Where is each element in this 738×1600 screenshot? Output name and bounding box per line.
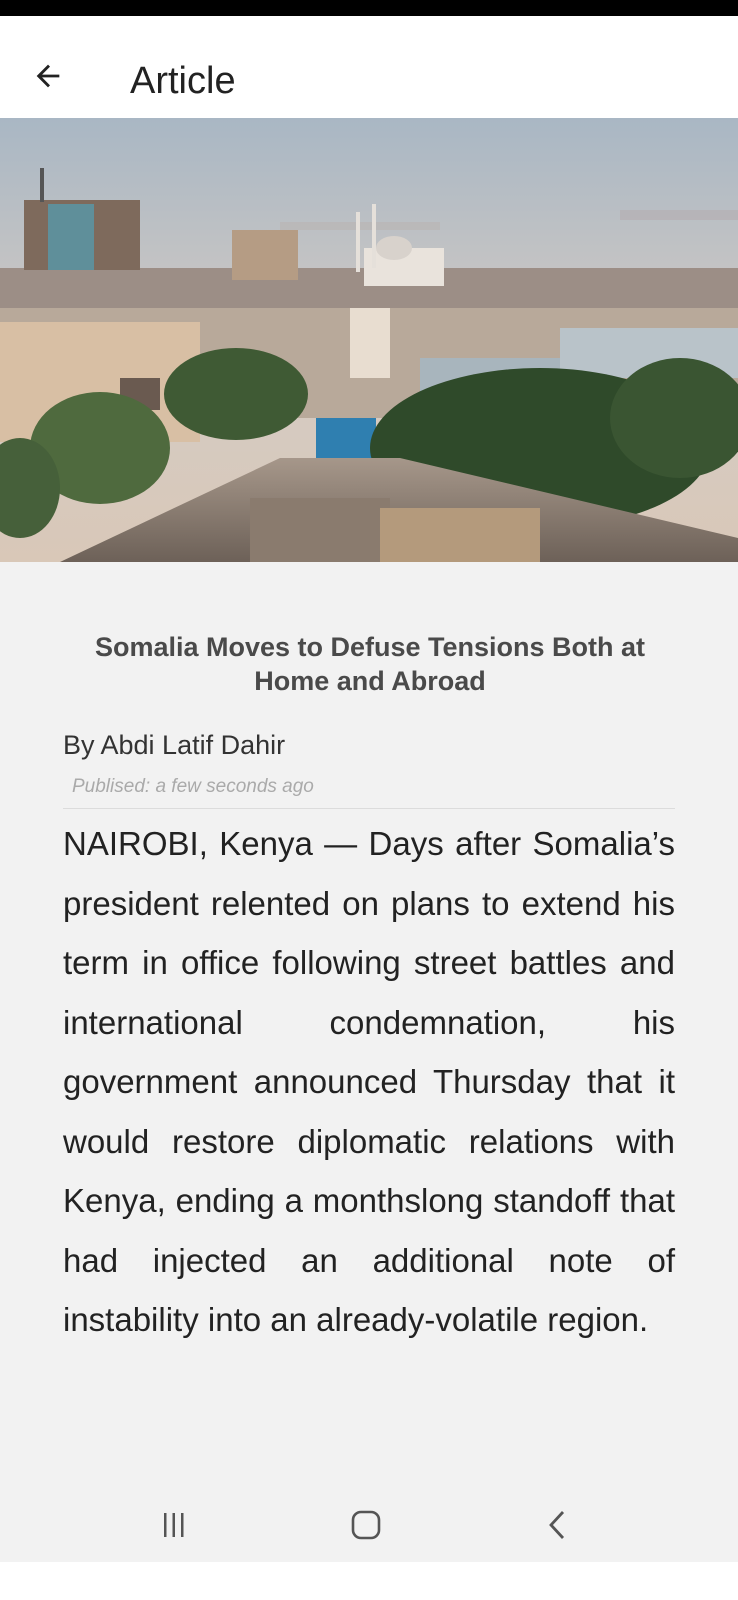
recents-icon: [164, 1513, 184, 1537]
chevron-left-icon: [549, 1511, 565, 1539]
home-icon: [351, 1510, 381, 1540]
arrow-left-icon: [36, 64, 60, 88]
status-bar: [0, 0, 738, 16]
back-button[interactable]: [22, 50, 74, 102]
system-nav-bar: [0, 1490, 738, 1562]
app-bar: Article: [0, 16, 738, 119]
published-timestamp: Publised: a few seconds ago: [72, 776, 314, 797]
article-byline: By Abdi Latif Dahir: [63, 730, 286, 760]
system-back-button[interactable]: [528, 1500, 588, 1550]
page-title: Article: [130, 60, 236, 102]
hero-image: [0, 118, 738, 562]
home-button[interactable]: [336, 1500, 396, 1550]
bottom-strip: [0, 1562, 738, 1600]
recents-button[interactable]: [144, 1500, 204, 1550]
article-body: NAIROBI, Kenya — Days after Somalia’s pr…: [63, 825, 675, 1338]
divider: [63, 808, 675, 809]
article-content: Somalia Moves to Defuse Tensions Both at…: [0, 562, 738, 1490]
article-headline: Somalia Moves to Defuse Tensions Both at…: [94, 632, 646, 696]
